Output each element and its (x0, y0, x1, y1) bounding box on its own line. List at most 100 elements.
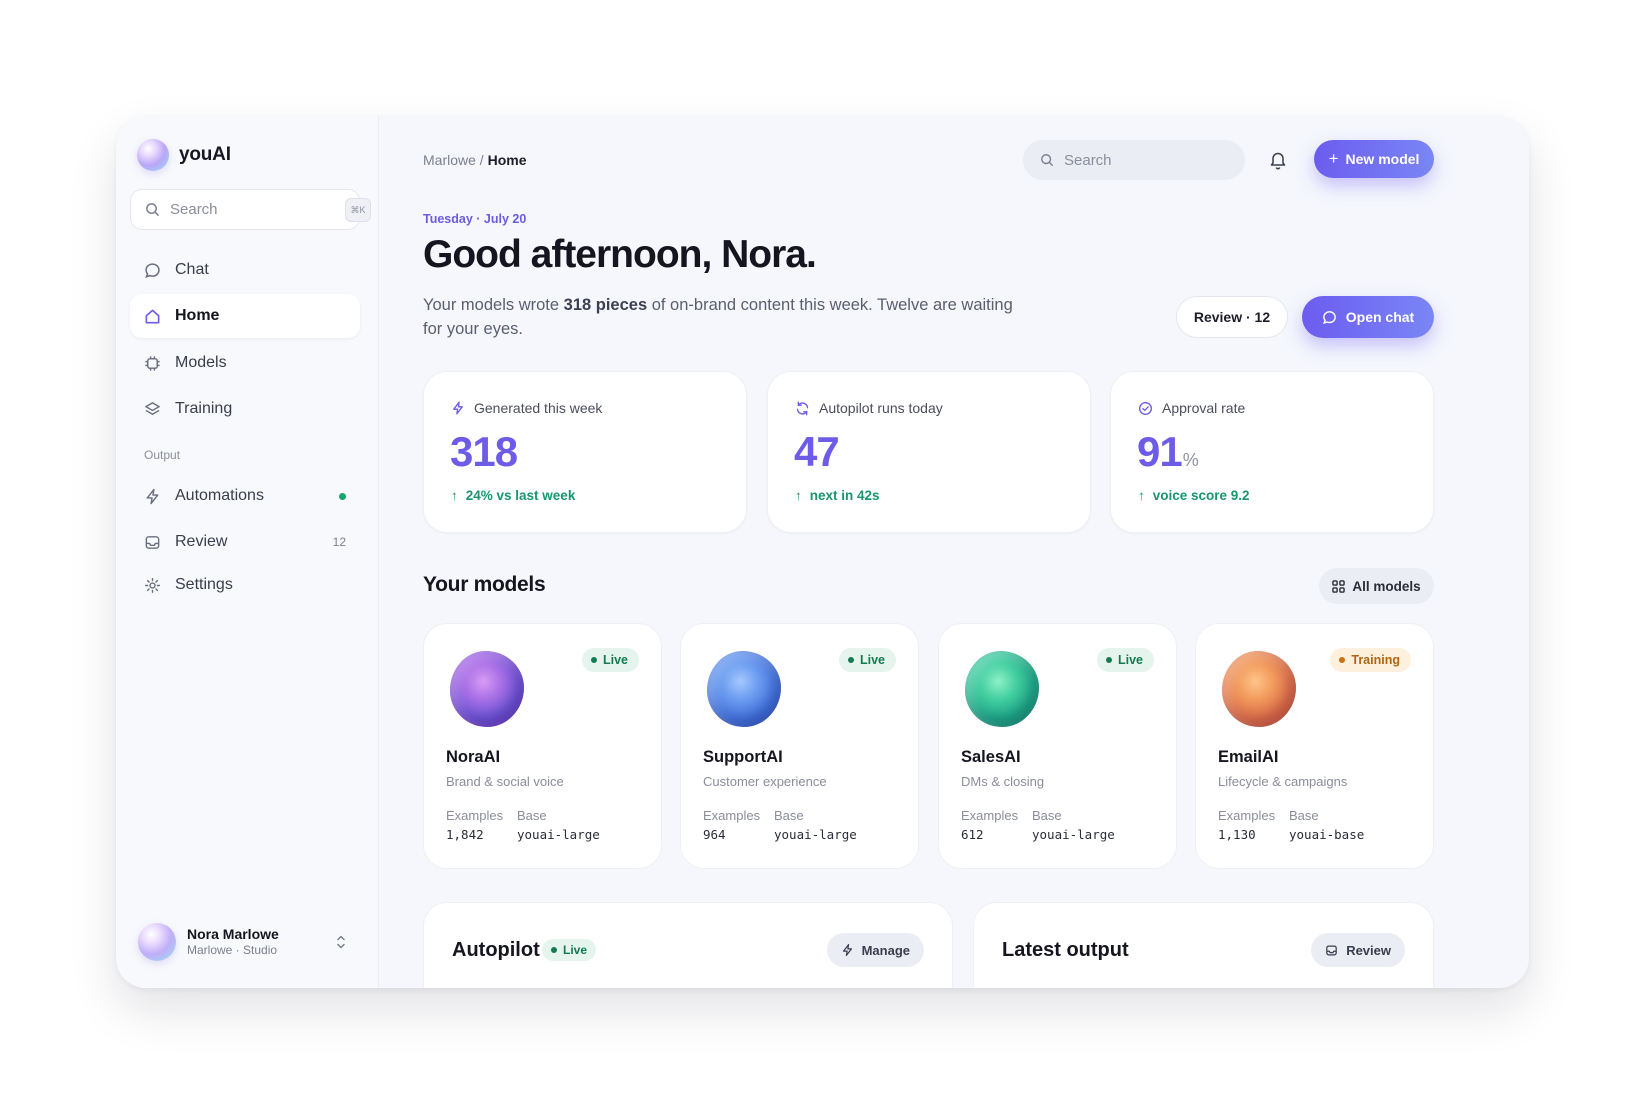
shortcut-badge: ⌘K (345, 198, 371, 222)
section-title: Your models (423, 573, 546, 596)
chevron-up-down-icon (337, 935, 345, 949)
examples-label: Examples (1218, 808, 1276, 823)
base-label: Base (774, 808, 804, 823)
review-output-label: Review (1346, 942, 1391, 958)
model-name: EmailAI (1218, 748, 1279, 766)
stat-unit: % (1182, 450, 1199, 470)
open-chat-label: Open chat (1345, 309, 1415, 325)
sidebar-item-review[interactable]: Review 12 (130, 520, 360, 564)
status-badge-label: Live (563, 943, 588, 957)
stat-value: 318 (450, 428, 518, 475)
sidebar-item-label: Training (175, 400, 233, 417)
status-badge: Training (1330, 648, 1411, 672)
examples-value: 1,130 (1218, 827, 1256, 842)
base-value: youai-large (517, 827, 600, 842)
search-input[interactable]: Search (1023, 140, 1245, 180)
examples-value: 964 (703, 827, 726, 842)
user-workspace: Marlowe · Studio (187, 943, 278, 958)
notifications-button[interactable] (1269, 150, 1287, 175)
model-card-emailai[interactable]: Training EmailAI Lifecycle & campaigns E… (1195, 623, 1434, 869)
sidebar-item-chat[interactable]: Chat (130, 248, 360, 292)
stat-delta: 24% vs last week (465, 488, 576, 503)
stat-value: 91 (1137, 428, 1183, 475)
stat-card-approval: Approval rate 91% ↑ voice score 9.2 (1110, 371, 1434, 533)
arrow-up-icon: ↑ (795, 488, 802, 503)
new-model-button[interactable]: + New model (1314, 140, 1434, 178)
status-dot (339, 492, 346, 500)
sidebar-search-placeholder: Search (170, 201, 218, 218)
examples-label: Examples (703, 808, 761, 823)
manage-button[interactable]: Manage (826, 933, 924, 967)
sidebar-item-automations[interactable]: Automations (130, 474, 360, 518)
sidebar-item-label: Review (175, 533, 228, 550)
breadcrumb: Marlowe / Home (423, 152, 526, 168)
status-badge: Live (838, 648, 896, 672)
model-name: NoraAI (446, 748, 501, 766)
avatar (138, 923, 176, 961)
search-icon (146, 203, 160, 217)
autopilot-card: Autopilot Live Manage (423, 902, 953, 988)
examples-label: Examples (446, 808, 504, 823)
examples-value: 612 (961, 827, 984, 842)
stat-delta: next in 42s (809, 488, 880, 503)
inbox-icon (1326, 945, 1337, 955)
sidebar-item-label: Models (175, 354, 227, 371)
latest-output-card: Latest output Review (973, 902, 1434, 988)
current-date: Tuesday · July 20 (423, 212, 527, 226)
model-description: Customer experience (703, 774, 827, 789)
home-icon (145, 309, 160, 323)
main-content: Marlowe / Home Search + New model Tuesda… (379, 116, 1529, 988)
new-model-label: New model (1345, 151, 1420, 167)
plus-icon: + (1328, 149, 1339, 168)
bolt-icon (146, 488, 159, 504)
model-card-supportai[interactable]: Live SupportAI Customer experience Examp… (680, 623, 919, 869)
sidebar-item-label: Home (175, 307, 220, 324)
arrow-up-icon: ↑ (451, 488, 458, 503)
inbox-icon (145, 535, 160, 549)
bolt-icon (453, 401, 463, 415)
base-value: youai-large (1032, 827, 1115, 842)
review-output-button[interactable]: Review (1311, 933, 1405, 967)
grid-icon (1332, 579, 1346, 593)
brand[interactable]: youAI (137, 139, 231, 171)
check-circle-icon (1139, 401, 1152, 415)
base-label: Base (1032, 808, 1062, 823)
user-name: Nora Marlowe (187, 926, 279, 943)
sidebar-item-training[interactable]: Training (130, 387, 360, 431)
model-card-salesai[interactable]: Live SalesAI DMs & closing Examples Base… (938, 623, 1177, 869)
base-label: Base (1289, 808, 1319, 823)
sidebar-item-label: Settings (175, 576, 233, 593)
sidebar-item-home[interactable]: Home (130, 294, 360, 338)
status-badge: Live (542, 939, 597, 961)
open-chat-button[interactable]: Open chat (1302, 296, 1434, 338)
stat-label: Approval rate (1162, 400, 1246, 416)
manage-label: Manage (861, 942, 910, 958)
all-models-button[interactable]: All models (1319, 568, 1434, 604)
status-badge-label: Training (1351, 653, 1400, 667)
bolt-icon (842, 943, 852, 957)
breadcrumb-parent[interactable]: Marlowe (423, 152, 476, 168)
user-menu[interactable]: Nora Marlowe Marlowe · Studio (138, 922, 348, 962)
model-description: Lifecycle & campaigns (1218, 774, 1348, 789)
sidebar-search-input[interactable]: Search ⌘K (130, 189, 371, 230)
base-label: Base (517, 808, 547, 823)
sidebar-item-settings[interactable]: Settings (130, 563, 360, 607)
app-window: youAI Search ⌘K Chat Home Models Trainin… (116, 116, 1529, 988)
search-placeholder: Search (1064, 151, 1112, 169)
model-avatar (1222, 651, 1296, 727)
model-name: SalesAI (961, 748, 1021, 766)
refresh-icon (796, 401, 809, 415)
model-card-noraai[interactable]: Live NoraAI Brand & social voice Example… (423, 623, 662, 869)
stat-delta: voice score 9.2 (1152, 488, 1250, 503)
arrow-up-icon: ↑ (1138, 488, 1145, 503)
review-button[interactable]: Review · 12 (1176, 296, 1288, 338)
chat-bubble-icon (145, 262, 160, 278)
status-badge-label: Live (602, 653, 628, 667)
status-badge: Live (581, 648, 639, 672)
breadcrumb-current: Home (487, 152, 527, 168)
layers-icon (145, 401, 160, 415)
model-name: SupportAI (703, 748, 783, 766)
sidebar: youAI Search ⌘K Chat Home Models Trainin… (116, 116, 379, 988)
card-title: Autopilot (452, 939, 540, 961)
sidebar-item-models[interactable]: Models (130, 341, 360, 385)
